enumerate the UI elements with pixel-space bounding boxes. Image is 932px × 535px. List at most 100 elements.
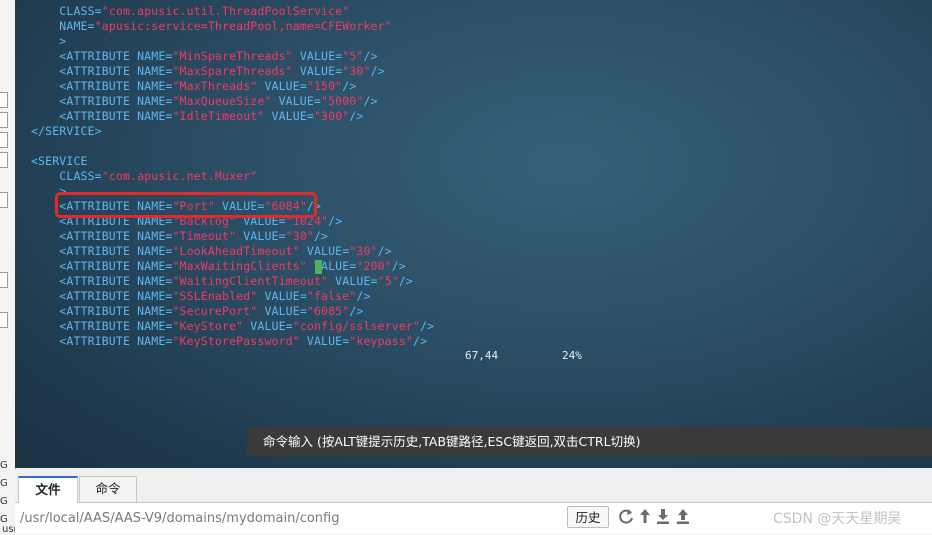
code-token: VALUE=: [236, 229, 286, 243]
code-line: CLASS="com.apusic.util.ThreadPoolService…: [31, 4, 349, 19]
code-string: "150": [306, 79, 343, 93]
code-token: />: [328, 214, 343, 228]
code-string: "6085": [306, 304, 350, 318]
history-button[interactable]: 历史: [567, 506, 609, 528]
path-bar: 历史 CSDN @天天星期吴: [15, 503, 932, 534]
left-panel-box: [0, 312, 8, 328]
code-string: "IdleTimeout": [172, 109, 265, 123]
code-string: "MaxQueueSize": [172, 94, 272, 108]
code-token: />: [370, 64, 385, 78]
code-token: <ATTRIBUTE NAME=: [31, 64, 173, 78]
code-line: <ATTRIBUTE NAME="IdleTimeout" VALUE="300…: [31, 109, 364, 124]
code-string: "5": [377, 274, 399, 288]
left-panel-glyph: G: [0, 460, 8, 471]
code-token: />: [313, 229, 329, 243]
code-token: />: [420, 319, 435, 333]
code-string: "30": [349, 244, 378, 258]
code-string: "com.apusic.util.ThreadPoolService": [101, 4, 350, 18]
code-token: </SERVICE>: [31, 124, 102, 138]
code-token: VALUE=: [271, 94, 322, 108]
code-string: "WaitingClientTimeout": [172, 274, 329, 288]
code-string: "SecurePort": [172, 304, 258, 318]
code-string: "30": [342, 64, 371, 78]
code-token: <ATTRIBUTE NAME=: [31, 274, 173, 288]
refresh-icon[interactable]: [618, 507, 634, 525]
code-token: VALUE=: [257, 289, 307, 303]
code-token: />: [356, 289, 371, 303]
code-token: VALUE=: [257, 304, 307, 318]
code-line: <ATTRIBUTE NAME="Timeout" VALUE="30"/>: [31, 229, 328, 244]
code-string: "MaxSpareThreads": [172, 64, 293, 78]
terminal-view[interactable]: CLASS="com.apusic.util.ThreadPoolService…: [15, 0, 932, 468]
code-token: VALUE=: [328, 274, 378, 288]
code-string: "30": [285, 229, 314, 243]
command-input-hint[interactable]: 命令输入 (按ALT键提示历史,TAB键路径,ESC键返回,双击CTRL切换): [247, 427, 932, 456]
code-line: <ATTRIBUTE NAME="MaxSpareThreads" VALUE=…: [31, 64, 385, 79]
code-string: "false": [306, 289, 357, 303]
code-token: <ATTRIBUTE NAME=: [31, 49, 173, 63]
code-line: <ATTRIBUTE NAME="SSLEnabled" VALUE="fals…: [31, 289, 371, 304]
download-icon[interactable]: [655, 507, 671, 525]
code-token: />: [349, 304, 364, 318]
code-token: <ATTRIBUTE NAME=: [31, 229, 173, 243]
code-string: "Timeout": [172, 229, 237, 243]
code-token: <ATTRIBUTE NAME=: [31, 94, 173, 108]
code-string: "KeyStorePassword": [172, 334, 300, 348]
code-token: VALUE=: [299, 244, 350, 258]
code-line: <ATTRIBUTE NAME="MaxQueueSize" VALUE="50…: [31, 94, 378, 109]
path-input[interactable]: [18, 507, 570, 529]
code-line: <ATTRIBUTE NAME="SecurePort" VALUE="6085…: [31, 304, 364, 319]
code-token: VALUE=: [243, 319, 293, 333]
code-token: <ATTRIBUTE NAME=: [31, 334, 173, 348]
code-string: "LookAheadTimeout": [172, 244, 300, 258]
code-string: "SSLEnabled": [172, 289, 258, 303]
code-token: <ATTRIBUTE NAME=: [31, 109, 173, 123]
tab-command[interactable]: 命令: [79, 476, 137, 502]
code-string: "200": [356, 259, 392, 273]
code-string: "KeyStore": [172, 319, 244, 333]
cursor-position: 67,44: [465, 349, 499, 362]
code-token: VALUE=: [257, 79, 307, 93]
code-string: "300": [313, 109, 350, 123]
code-token: <ATTRIBUTE NAME=: [31, 79, 173, 93]
up-arrow-icon[interactable]: [637, 507, 653, 525]
code-line: <ATTRIBUTE NAME="KeyStorePassword" VALUE…: [31, 334, 427, 349]
upload-icon[interactable]: [675, 507, 691, 525]
code-line: <ATTRIBUTE NAME="KeyStore" VALUE="config…: [31, 319, 434, 334]
code-token: />: [391, 259, 406, 273]
code-token: />: [349, 109, 364, 123]
scroll-percent: 24%: [562, 349, 582, 362]
code-line: <ATTRIBUTE NAME="MinSpareThreads" VALUE=…: [31, 49, 378, 64]
code-token: <ATTRIBUTE NAME=: [31, 304, 173, 318]
code-string: "5000": [321, 94, 364, 108]
code-token: />: [413, 334, 428, 348]
code-token: />: [342, 79, 357, 93]
tab-file[interactable]: 文件: [18, 476, 78, 503]
code-string: "apusic:service=ThreadPool,name=CFEWorke…: [94, 19, 392, 33]
code-token: CLASS=: [31, 4, 102, 18]
code-string: "MinSpareThreads": [172, 49, 293, 63]
code-token: VALUE=: [292, 64, 343, 78]
text-cursor: [315, 260, 322, 274]
left-panel-box: [0, 92, 8, 108]
code-line: NAME="apusic:service=ThreadPool,name=CFE…: [31, 19, 392, 34]
left-panel-box: [0, 152, 8, 168]
left-panel-glyph: G: [0, 478, 8, 489]
code-string: "MaxWaitingClients": [172, 259, 307, 273]
code-line: CLASS="com.apusic.net.Muxer": [31, 169, 257, 184]
code-string: "MaxThreads": [172, 79, 258, 93]
left-panel-box: [0, 272, 8, 288]
code-line: <ATTRIBUTE NAME="WaitingClientTimeout" V…: [31, 274, 413, 289]
left-panel-box: [0, 132, 8, 148]
code-string: "keypass": [349, 334, 413, 348]
code-line: >: [31, 34, 66, 49]
code-string: "5": [342, 49, 364, 63]
code-token: VALUE=: [299, 334, 350, 348]
code-line: <ATTRIBUTE NAME="LookAheadTimeout" VALUE…: [31, 244, 392, 259]
left-panel-box: [0, 112, 8, 128]
code-token: NAME=: [31, 19, 95, 33]
code-line: <SERVICE: [31, 154, 88, 169]
code-token: />: [398, 274, 414, 288]
code-token: VALUE=: [292, 49, 343, 63]
code-token: />: [363, 49, 378, 63]
